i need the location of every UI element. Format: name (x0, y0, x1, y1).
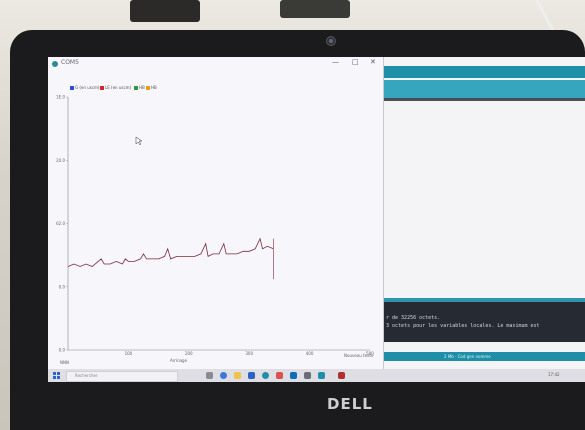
file-explorer-icon[interactable] (234, 372, 241, 379)
arduino-taskbar-icon[interactable] (262, 372, 269, 379)
plotter-bottom-bar: NNN Arrinage Nouveau texte (48, 353, 383, 369)
task-view-icon[interactable] (206, 372, 213, 379)
windows-taskbar: Rechercher 17:42 (48, 369, 585, 382)
x-tick-label: 200 (185, 351, 193, 356)
x-tick-label: 100 (125, 351, 133, 356)
x-tick-label: 400 (306, 351, 314, 356)
windows-start-icon[interactable] (53, 372, 60, 379)
app-icon[interactable] (276, 372, 283, 379)
baud-select[interactable]: NNN (60, 360, 69, 365)
ide-toolbar[interactable] (384, 80, 585, 98)
output-console: r de 32256 octets. 3 octets pour les var… (384, 302, 585, 342)
interpolate-toggle[interactable]: Arrinage (170, 358, 187, 363)
y-tick-label: 0.0 (59, 348, 66, 353)
tray-clock[interactable]: 17:42 (548, 372, 560, 377)
console-line: r de 32256 octets. (386, 315, 441, 321)
x-tick-label: 300 (245, 351, 253, 356)
webcam (326, 36, 336, 46)
send-button[interactable]: Nouveau texte (344, 353, 373, 358)
arduino-ide-window: r de 32256 octets. 3 octets pour les var… (384, 57, 585, 369)
search-placeholder: Rechercher (75, 373, 98, 378)
app-icon[interactable] (338, 372, 345, 379)
plot-area: 1E.020.062.00.00.0 100 200 300 400 500 (56, 95, 374, 357)
y-tick-label: 62.0 (56, 221, 65, 226)
y-tick-label: 1E.0 (56, 95, 65, 100)
webcam-lens (329, 39, 333, 43)
serial-plotter-window: COM5 — □ ✕ G (en uscm) LE (en uscm) HB H… (48, 57, 384, 369)
ide-menu-bar[interactable] (384, 66, 585, 78)
ide-status-bar: 2 Mb · Cod gen nomme (384, 352, 585, 361)
laptop-screen: COM5 — □ ✕ G (en uscm) LE (en uscm) HB H… (48, 57, 585, 382)
store-icon[interactable] (248, 372, 255, 379)
taskbar-search-input[interactable]: Rechercher (66, 371, 178, 382)
mouse-pointer-icon (135, 136, 143, 146)
edge-icon[interactable] (220, 372, 227, 379)
ide-tab-strip[interactable] (384, 98, 585, 101)
background-object (280, 0, 350, 18)
arduino-taskbar-icon[interactable] (318, 372, 325, 379)
console-line: 3 octets pour les variables locales. Le … (386, 323, 540, 329)
y-tick-label: 20.0 (56, 158, 65, 163)
background-object (130, 0, 200, 22)
mail-icon[interactable] (290, 372, 297, 379)
status-text: 2 Mb · Cod gen nomme (444, 354, 491, 359)
y-tick-label: 0.0 (59, 284, 66, 289)
dell-logo: DELL (327, 395, 373, 413)
app-icon[interactable] (304, 372, 311, 379)
data-series-line (67, 237, 274, 267)
